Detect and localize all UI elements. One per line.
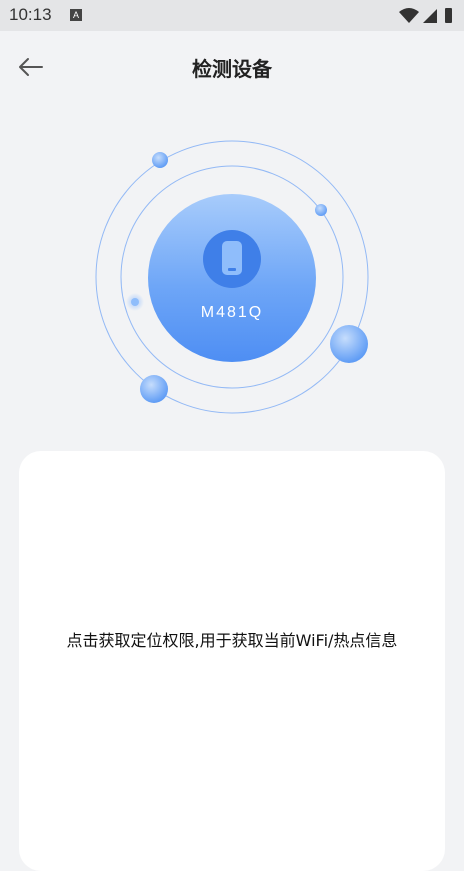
device-circle[interactable]: M481Q [148,194,316,362]
orbit-dot [315,204,327,216]
orbit-dot [131,298,139,306]
orbit-dot [330,325,368,363]
phone-icon [203,230,261,288]
orbit-dot [152,152,168,168]
device-name: M481Q [200,304,264,321]
permission-card[interactable]: 点击获取定位权限,用于获取当前WiFi/热点信息 [19,451,445,871]
orbit-dot [140,375,168,403]
permission-message[interactable]: 点击获取定位权限,用于获取当前WiFi/热点信息 [19,627,445,651]
